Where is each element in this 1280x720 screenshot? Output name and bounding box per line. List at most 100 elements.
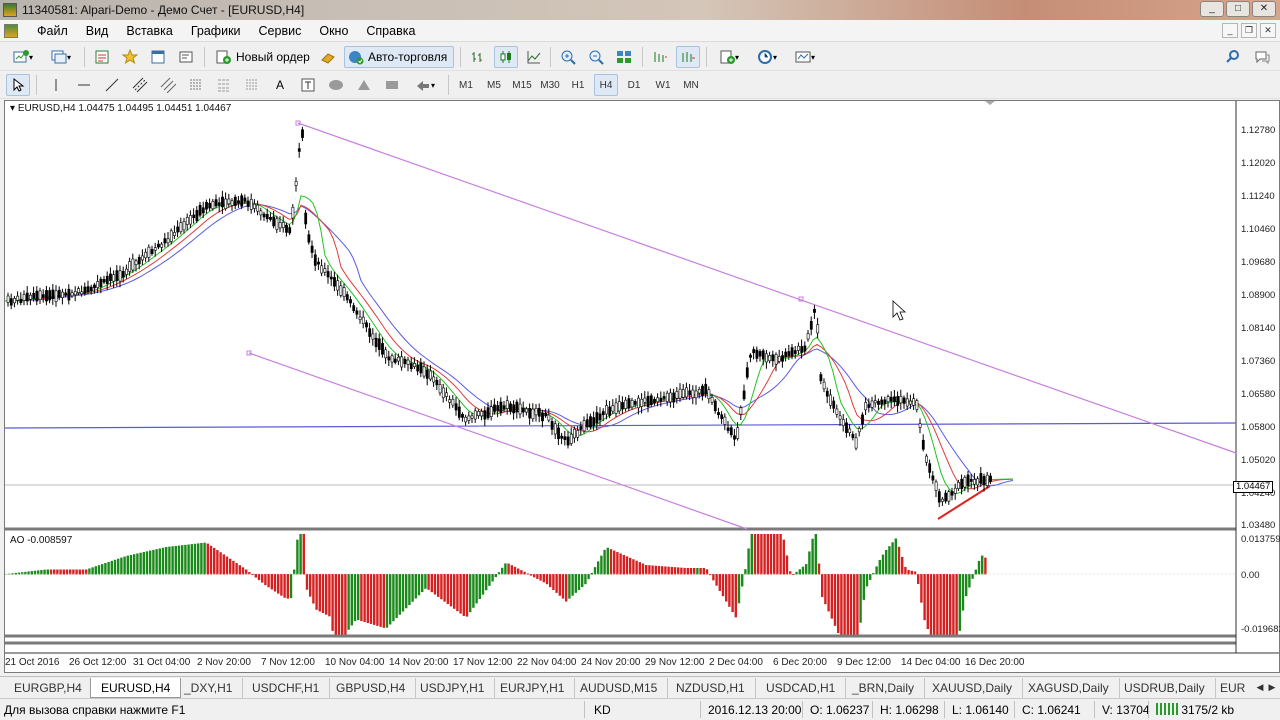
timeframe-d1[interactable]: D1: [622, 74, 646, 96]
menu-view[interactable]: Вид: [77, 24, 118, 38]
tab-eurgbp[interactable]: EURGBP,H4: [4, 678, 93, 698]
tab-brn[interactable]: _BRN,Daily: [842, 678, 926, 698]
menu-help[interactable]: Справка: [357, 24, 424, 38]
menu-file[interactable]: Файл: [28, 24, 77, 38]
tab-xagusd[interactable]: XAGUSD,Daily: [1018, 678, 1120, 698]
arrows-tool[interactable]: ▾: [408, 74, 442, 96]
zoom-out-button[interactable]: [584, 46, 608, 68]
bear-candle: [304, 212, 308, 225]
bear-candle: [893, 396, 896, 403]
fibo-fan-tool[interactable]: [212, 74, 236, 96]
periods-button[interactable]: ▾: [750, 46, 784, 68]
menu-window[interactable]: Окно: [310, 24, 357, 38]
menu-tools[interactable]: Сервис: [250, 24, 311, 38]
new-chart-button[interactable]: ▾: [6, 46, 40, 68]
vertical-line-tool[interactable]: [44, 74, 68, 96]
timeframe-h1[interactable]: H1: [566, 74, 590, 96]
zoom-in-button[interactable]: [556, 46, 580, 68]
candlestick-button[interactable]: [494, 46, 518, 68]
timeframe-m30[interactable]: M30: [536, 74, 564, 96]
bull-candle: [656, 397, 660, 402]
symbol-info-text: EURUSD,H4 1.04475 1.04495 1.04451 1.0446…: [17, 103, 232, 114]
search-button[interactable]: [1222, 46, 1244, 68]
text-label-tool[interactable]: [296, 74, 320, 96]
bull-candle: [166, 238, 170, 244]
tab-usdchf[interactable]: USDCHF,H1: [242, 678, 331, 698]
gold-button[interactable]: [316, 46, 340, 68]
timeframe-w1[interactable]: W1: [650, 74, 676, 96]
navigator-button[interactable]: [118, 46, 142, 68]
horizontal-line-tool[interactable]: [72, 74, 96, 96]
timeframe-mn[interactable]: MN: [678, 74, 704, 96]
ao-bar-up: [350, 574, 353, 626]
maximize-button[interactable]: □: [1226, 1, 1250, 17]
ao-bar-up: [405, 574, 408, 609]
menu-insert[interactable]: Вставка: [117, 24, 181, 38]
fibonacci-icon: [190, 79, 202, 90]
mdi-minimize-button[interactable]: _: [1222, 23, 1238, 38]
timeframe-h4[interactable]: H4: [594, 74, 618, 96]
tab-xauusd[interactable]: XAUUSD,Daily: [922, 678, 1024, 698]
price-chart[interactable]: [5, 101, 1279, 672]
bull-candle: [963, 476, 967, 488]
terminal-button[interactable]: [174, 46, 198, 68]
ao-bar-up: [171, 546, 174, 575]
market-watch-button[interactable]: [90, 46, 114, 68]
timeframe-m1[interactable]: M1: [454, 74, 478, 96]
auto-scroll-button[interactable]: [676, 46, 700, 68]
profiles-button[interactable]: ▾: [44, 46, 78, 68]
timeframe-m15[interactable]: M15: [508, 74, 536, 96]
tab-usdcad[interactable]: USDCAD,H1: [756, 678, 847, 698]
tab-eur[interactable]: EUR: [1210, 678, 1255, 698]
mdi-close-button[interactable]: ✕: [1260, 23, 1276, 38]
close-button[interactable]: ✕: [1252, 1, 1276, 17]
rectangle-tool[interactable]: [380, 74, 404, 96]
tab-gbpusd[interactable]: GBPUSD,H4: [326, 678, 417, 698]
indicators-button[interactable]: ▾: [712, 46, 746, 68]
bar-chart-button[interactable]: [466, 46, 490, 68]
tab-usdjpy[interactable]: USDJPY,H1: [410, 678, 496, 698]
channel-tool[interactable]: [128, 74, 152, 96]
bear-candle: [541, 412, 544, 422]
tab-eurjpy[interactable]: EURJPY,H1: [490, 678, 576, 698]
tab-scroll-left-icon[interactable]: ◀: [1255, 680, 1265, 694]
bull-candle: [477, 411, 480, 416]
text-tool[interactable]: A: [268, 74, 292, 96]
tab-eurusd[interactable]: EURUSD,H4: [90, 678, 182, 698]
data-window-button[interactable]: [146, 46, 170, 68]
bear-candle: [214, 199, 218, 207]
triangle-tool[interactable]: [352, 74, 376, 96]
line-chart-button[interactable]: [522, 46, 546, 68]
tile-windows-button[interactable]: [612, 46, 636, 68]
tab-scroll-right-icon[interactable]: ▶: [1267, 680, 1277, 694]
ellipse-tool[interactable]: [324, 74, 348, 96]
fibo-tool[interactable]: [184, 74, 208, 96]
bear-candle: [512, 404, 516, 414]
tab-usdrub[interactable]: USDRUB,Daily: [1114, 678, 1216, 698]
bull-candle: [464, 416, 468, 423]
fibonacci-fan-icon: [218, 79, 230, 92]
tab-nzdusd[interactable]: NZDUSD,H1: [666, 678, 756, 698]
chat-button[interactable]: [1250, 46, 1274, 68]
minimize-button[interactable]: _: [1200, 1, 1224, 17]
cursor-tool[interactable]: [6, 74, 30, 96]
chart-shift-button[interactable]: [648, 46, 672, 68]
tab-audusd[interactable]: AUDUSD,M15: [570, 678, 669, 698]
equidistant-channel-tool[interactable]: [156, 74, 180, 96]
trendline-tool[interactable]: [100, 74, 124, 96]
timeframe-m5[interactable]: M5: [482, 74, 506, 96]
templates-button[interactable]: ▾: [788, 46, 822, 68]
mdi-restore-button[interactable]: ❐: [1241, 23, 1257, 38]
chart-window[interactable]: ▾ EURUSD,H4 1.04475 1.04495 1.04451 1.04…: [4, 100, 1280, 673]
ao-bar-up: [747, 548, 750, 575]
bull-candle: [630, 399, 634, 408]
bull-candle: [323, 268, 327, 273]
menu-charts[interactable]: Графики: [182, 24, 250, 38]
bull-candle: [643, 397, 647, 403]
ao-bar-down: [446, 574, 449, 605]
gann-tool[interactable]: [240, 74, 264, 96]
document-icon[interactable]: [4, 24, 18, 38]
bull-candle: [912, 398, 916, 406]
tab-dxy[interactable]: _DXY,H1: [174, 678, 244, 698]
auto-trading-button[interactable]: Авто-торговля: [344, 46, 454, 68]
